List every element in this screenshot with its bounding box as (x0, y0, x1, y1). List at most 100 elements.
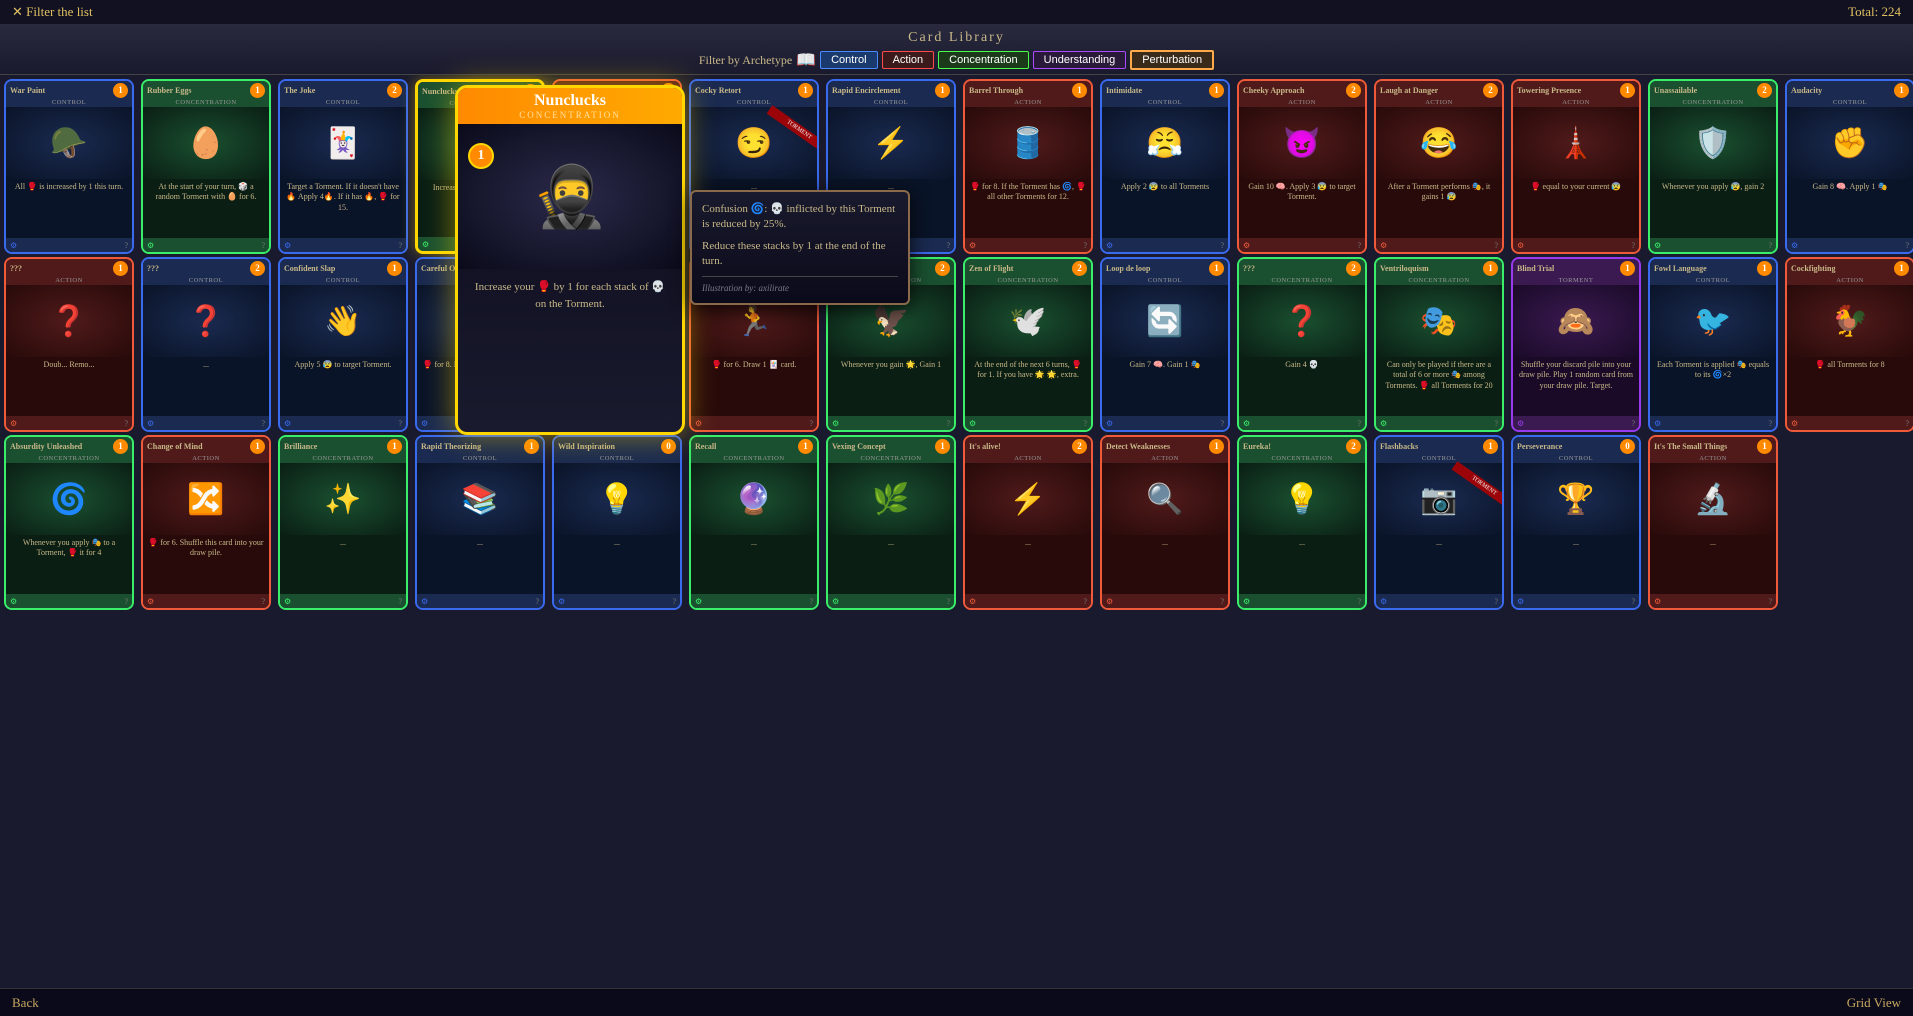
filter-action-button[interactable]: Action (882, 51, 935, 69)
card-title: Absurdity Unleashed (10, 442, 113, 451)
card-subtype-label: CONTROL (554, 455, 680, 463)
card-cost: 1 (387, 261, 402, 276)
list-item[interactable]: Zen of Flight 2 CONCENTRATION 🕊️ At the … (963, 257, 1093, 432)
card-subtype-label: ACTION (1787, 277, 1913, 285)
list-item[interactable]: Ventriloquism 1 CONCENTRATION 🎭 Can only… (1374, 257, 1504, 432)
card-subtype-label: CONCENTRATION (143, 99, 269, 107)
card-body: ... (828, 535, 954, 591)
list-item[interactable]: Change of Mind 1 ACTION 🔀 🥊 for 6. Shuff… (141, 435, 271, 610)
card-cost: 2 (1346, 83, 1361, 98)
card-footer-icon: ⚙ (1106, 419, 1113, 428)
card-footer-icon: ⚙ (695, 419, 702, 428)
card-footer: ⚙ ? (828, 594, 954, 608)
filter-perturbation-button[interactable]: Perturbation (1130, 50, 1214, 70)
filter-control-button[interactable]: Control (820, 51, 877, 69)
card-header: ??? 2 (143, 259, 269, 277)
list-item[interactable]: Vexing Concept 1 CONCENTRATION 🌿 ... ⚙ ? (826, 435, 956, 610)
card-image: 🥚 (143, 107, 269, 179)
card-title: Cheeky Approach (1243, 86, 1346, 95)
list-item[interactable]: Intimidate 1 CONTROL 😤 Apply 2 😰 to all … (1100, 79, 1230, 254)
card-header: Rapid Encirclement 1 (828, 81, 954, 99)
list-item[interactable]: It's The Small Things 1 ACTION 🔬 ... ⚙ ? (1648, 435, 1778, 610)
tooltip-illustration: Illustration by: axilirate (702, 276, 898, 293)
list-item[interactable]: Cheeky Approach 2 ACTION 😈 Gain 10 🧠. Ap… (1237, 79, 1367, 254)
list-item[interactable]: ??? 2 CONTROL ❓ ... ⚙ ? (141, 257, 271, 432)
expanded-card-header: Nunclucks CONCENTRATION (458, 88, 682, 124)
list-item[interactable]: Rubber Eggs 1 CONCENTRATION 🥚 At the sta… (141, 79, 271, 254)
card-footer: ⚙ ? (1650, 594, 1776, 608)
list-item[interactable]: Rapid Theorizing 1 CONTROL 📚 ... ⚙ ? (415, 435, 545, 610)
card-image: 📚 (417, 463, 543, 535)
card-footer-icon: ⚙ (1791, 419, 1798, 428)
card-footer-mark: ? (1083, 419, 1087, 428)
list-item[interactable]: Fowl Language 1 CONTROL 🐦 Each Torment i… (1648, 257, 1778, 432)
card-title: Perseverance (1517, 442, 1620, 451)
grid-view-button[interactable]: Grid View (1847, 995, 1901, 1011)
list-item[interactable]: Detect Weaknesses 1 ACTION 🔍 ... ⚙ ? (1100, 435, 1230, 610)
card-footer-mark: ? (1083, 597, 1087, 606)
card-image: 🃏 (280, 107, 406, 179)
list-item[interactable]: Loop de loop 1 CONTROL 🔄 Gain 7 🧠. Gain … (1100, 257, 1230, 432)
card-footer: ⚙ ? (1239, 416, 1365, 430)
list-item[interactable]: Blind Trial 1 TORMENT 🙈 Shuffle your dis… (1511, 257, 1641, 432)
card-cost: 1 (113, 83, 128, 98)
filter-clear-button[interactable]: ✕ Filter the list (12, 4, 93, 20)
card-body: 🥊 for 6. Draw 1 🃏 card. (691, 357, 817, 413)
filter-concentration-button[interactable]: Concentration (938, 51, 1029, 69)
card-body: At the end of the next 6 turns, 🥊 for 1.… (965, 357, 1091, 413)
card-footer-mark: ? (1083, 241, 1087, 250)
card-image: 🔍 (1102, 463, 1228, 535)
list-item[interactable]: Cockfighting 1 ACTION 🐓 🥊 all Torments f… (1785, 257, 1913, 432)
list-item[interactable]: Brilliance 1 CONCENTRATION ✨ ... ⚙ ? (278, 435, 408, 610)
list-item[interactable]: Towering Presence 1 ACTION 🗼 🥊 equal to … (1511, 79, 1641, 254)
card-footer: ⚙ ? (965, 594, 1091, 608)
list-item[interactable]: Flashbacks 1 CONTROL 📷 TORMENT ... ⚙ ? (1374, 435, 1504, 610)
expanded-card[interactable]: Nunclucks CONCENTRATION 🥷 1 Increase you… (455, 85, 685, 435)
card-footer-mark: ? (1631, 419, 1635, 428)
list-item[interactable]: Laugh at Danger 2 ACTION 😂 After a Torme… (1374, 79, 1504, 254)
back-button[interactable]: Back (12, 995, 39, 1011)
list-item[interactable]: Perseverance 0 CONTROL 🏆 ... ⚙ ? (1511, 435, 1641, 610)
list-item[interactable]: Recall 1 CONCENTRATION 🔮 ... ⚙ ? (689, 435, 819, 610)
list-item[interactable]: ??? 2 CONCENTRATION ❓ Gain 4 💀 ⚙ ? (1237, 257, 1367, 432)
card-body: Doub... Remo... (6, 357, 132, 413)
card-header: Ventriloquism 1 (1376, 259, 1502, 277)
card-cost: 1 (1620, 83, 1635, 98)
card-body: Gain 4 💀 (1239, 357, 1365, 413)
card-title: Recall (695, 442, 798, 451)
list-item[interactable]: ??? 1 ACTION ❓ Doub... Remo... ⚙ ? (4, 257, 134, 432)
card-header: Unassailable 2 (1650, 81, 1776, 99)
card-subtype-label: CONCENTRATION (691, 455, 817, 463)
card-cost: 0 (1620, 439, 1635, 454)
list-item[interactable]: Audacity 1 CONTROL ✊ Gain 8 🧠. Apply 1 🎭… (1785, 79, 1913, 254)
header: Card Library Filter by Archetype 📖 Contr… (0, 24, 1913, 75)
card-header: Blind Trial 1 (1513, 259, 1639, 277)
card-footer-mark: ? (1357, 241, 1361, 250)
card-subtype-label: CONTROL (691, 99, 817, 107)
card-image: ❓ (6, 285, 132, 357)
card-cost: 2 (1346, 439, 1361, 454)
list-item[interactable]: War Paint 1 CONTROL 🪖 All 🥊 is increased… (4, 79, 134, 254)
card-footer-icon: ⚙ (1243, 419, 1250, 428)
card-cost: 2 (1346, 261, 1361, 276)
card-image: 😤 (1102, 107, 1228, 179)
filter-understanding-button[interactable]: Understanding (1033, 51, 1127, 69)
list-item[interactable]: Confident Slap 1 CONTROL 👋 Apply 5 😰 to … (278, 257, 408, 432)
card-image: 🔄 (1102, 285, 1228, 357)
card-header: Brilliance 1 (280, 437, 406, 455)
list-item[interactable]: The Joke 2 CONTROL 🃏 Target a Torment. I… (278, 79, 408, 254)
list-item[interactable]: Eureka! 2 CONCENTRATION 💡 ... ⚙ ? (1237, 435, 1367, 610)
card-header: It's The Small Things 1 (1650, 437, 1776, 455)
card-title: Cockfighting (1791, 264, 1894, 273)
list-item[interactable]: Wild Inspiration 0 CONTROL 💡 ... ⚙ ? (552, 435, 682, 610)
card-footer-mark: ? (1631, 241, 1635, 250)
card-title: ??? (1243, 264, 1346, 273)
list-item[interactable]: Barrel Through 1 ACTION 🛢️ 🥊 for 8. If t… (963, 79, 1093, 254)
list-item[interactable]: Unassailable 2 CONCENTRATION 🛡️ Whenever… (1648, 79, 1778, 254)
card-footer-mark: ? (1220, 419, 1224, 428)
list-item[interactable]: Absurdity Unleashed 1 CONCENTRATION 🌀 Wh… (4, 435, 134, 610)
list-item[interactable]: It's alive! 2 ACTION ⚡ ... ⚙ ? (963, 435, 1093, 610)
card-header: Vexing Concept 1 (828, 437, 954, 455)
card-header: Zen of Flight 2 (965, 259, 1091, 277)
card-cost: 1 (798, 439, 813, 454)
